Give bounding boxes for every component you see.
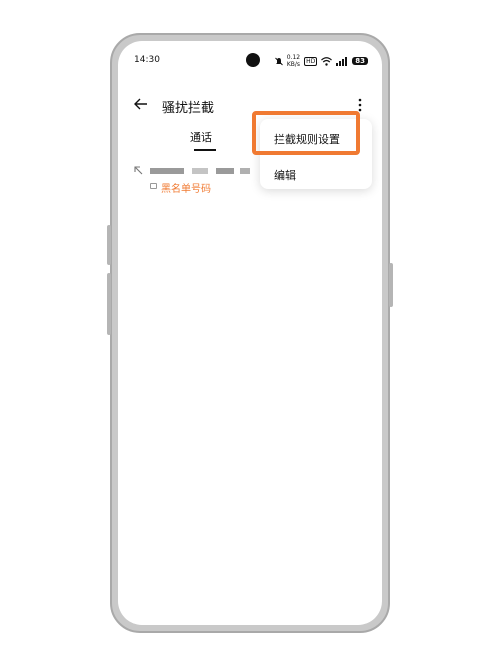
battery-icon: 83 <box>352 57 368 65</box>
tab-calls[interactable]: 通话 <box>190 129 212 145</box>
status-time: 14:30 <box>134 55 160 65</box>
side-button <box>107 273 111 335</box>
sim-tag-icon <box>150 183 157 189</box>
masked-phone-number <box>240 168 250 174</box>
incoming-call-arrow-icon <box>134 166 143 175</box>
masked-phone-number <box>216 168 234 174</box>
status-bar: 14:30 0.12 KB/s HD 83 <box>118 41 382 75</box>
phone-screen: 14:30 0.12 KB/s HD 83 骚扰拦截 通话 黑名单号码 拦截规则… <box>118 41 382 625</box>
page-title: 骚扰拦截 <box>162 101 215 116</box>
signal-icon <box>336 56 348 66</box>
menu-item-edit[interactable]: 编辑 <box>274 167 296 183</box>
power-button <box>389 263 393 307</box>
blacklist-tag: 黑名单号码 <box>161 184 211 195</box>
wifi-icon <box>321 56 333 66</box>
phone-frame: 14:30 0.12 KB/s HD 83 骚扰拦截 通话 黑名单号码 拦截规则… <box>107 33 393 633</box>
network-speed: 0.12 KB/s <box>286 54 301 68</box>
masked-phone-number <box>150 168 184 174</box>
more-options-icon[interactable] <box>358 98 362 112</box>
highlight-box <box>252 111 360 155</box>
hd-badge: HD <box>304 56 318 66</box>
tab-active-indicator <box>194 149 216 151</box>
masked-phone-number <box>192 168 208 174</box>
status-icons: 0.12 KB/s HD 83 <box>274 54 368 68</box>
side-button <box>107 225 111 265</box>
mute-icon <box>274 57 283 65</box>
front-camera <box>246 53 260 67</box>
back-arrow-icon[interactable] <box>134 97 148 111</box>
